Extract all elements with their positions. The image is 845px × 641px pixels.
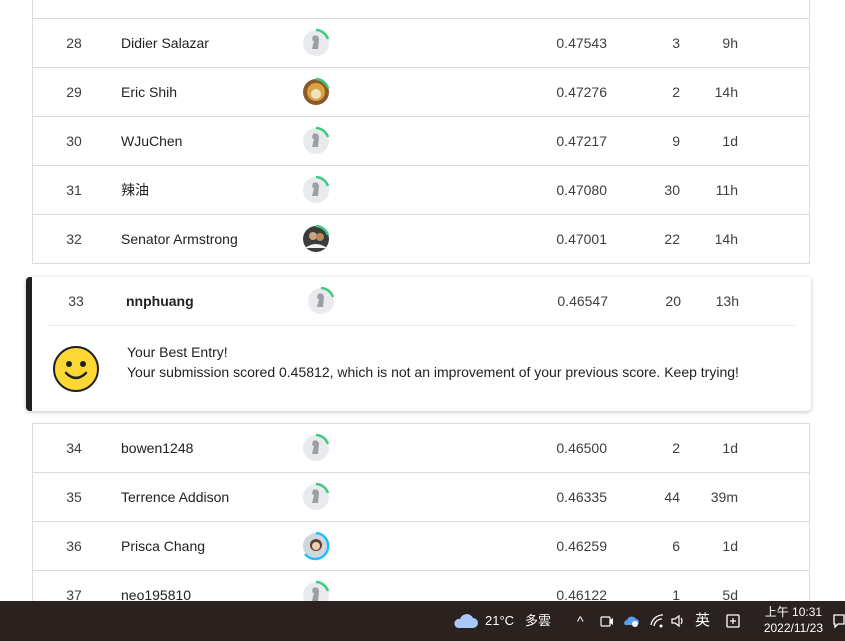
entries-count: 2 — [672, 84, 680, 100]
leaderboard-row[interactable]: 34 bowen1248 0.46500 2 1d — [32, 424, 810, 473]
avatar[interactable] — [306, 286, 336, 316]
leaderboard-row[interactable]: 35 Terrence Addison 0.46335 44 39m — [32, 473, 810, 522]
entries-count: 22 — [664, 231, 680, 247]
score: 0.47217 — [556, 133, 607, 149]
last-submission: 1d — [722, 440, 738, 456]
avatar[interactable] — [301, 531, 331, 561]
rank: 35 — [66, 489, 82, 505]
leaderboard-before: 28 Didier Salazar 0.47543 3 9h 29 Eric S… — [32, 19, 810, 264]
message-title: Your Best Entry! — [127, 344, 228, 360]
score: 0.47001 — [556, 231, 607, 247]
team-name[interactable]: Senator Armstrong — [121, 215, 238, 263]
team-name[interactable]: nnphuang — [126, 277, 194, 325]
entries-count: 9 — [672, 133, 680, 149]
meet-icon[interactable] — [600, 614, 614, 628]
rank: 29 — [66, 84, 82, 100]
team-name[interactable]: 辣油 — [121, 166, 149, 214]
rank: 31 — [66, 182, 82, 198]
rank: 32 — [66, 231, 82, 247]
smiley-icon — [53, 346, 99, 392]
avatar[interactable] — [301, 433, 331, 463]
message-body: Your submission scored 0.45812, which is… — [127, 364, 739, 380]
leaderboard-row[interactable]: 32 Senator Armstrong 0.47001 22 14h — [32, 215, 810, 264]
chevron-up-icon[interactable]: ^ — [577, 601, 584, 641]
rank: 30 — [66, 133, 82, 149]
score: 0.46547 — [557, 293, 608, 309]
chat-icon[interactable] — [833, 613, 845, 629]
entries-count: 3 — [672, 35, 680, 51]
team-name[interactable]: Eric Shih — [121, 68, 177, 116]
score: 0.47080 — [556, 182, 607, 198]
onedrive-icon[interactable] — [622, 613, 640, 629]
team-name[interactable]: Prisca Chang — [121, 522, 205, 570]
leaderboard-after: 34 bowen1248 0.46500 2 1d 35 Terrence Ad… — [32, 423, 810, 620]
entries-count: 30 — [664, 182, 680, 198]
entries-count: 20 — [665, 293, 681, 309]
weather-desc[interactable]: 多雲 — [525, 601, 551, 641]
rank: 28 — [66, 35, 82, 51]
current-user-card: 33 nnphuang 0.46547 20 13h Your Best Ent… — [26, 277, 811, 411]
avatar[interactable] — [301, 482, 331, 512]
team-name[interactable]: Didier Salazar — [121, 19, 209, 67]
current-user-row[interactable]: 33 nnphuang 0.46547 20 13h — [32, 277, 811, 325]
last-submission: 1d — [722, 133, 738, 149]
score: 0.46335 — [556, 489, 607, 505]
leaderboard-row[interactable]: 29 Eric Shih 0.47276 2 14h — [32, 68, 810, 117]
taskbar: 21°C 多雲 ^ 英 上午 10:31 2022/11/23 — [0, 601, 845, 641]
score: 0.47543 — [556, 35, 607, 51]
last-submission: 9h — [722, 35, 738, 51]
previous-row-stub — [32, 0, 810, 19]
volume-icon[interactable] — [670, 613, 686, 629]
divider — [48, 325, 795, 326]
leaderboard-row[interactable]: 28 Didier Salazar 0.47543 3 9h — [32, 19, 810, 68]
entries-count: 44 — [664, 489, 680, 505]
last-submission: 13h — [715, 293, 739, 309]
notification-center-icon[interactable] — [725, 613, 741, 629]
team-name[interactable]: Terrence Addison — [121, 473, 229, 521]
cloud-icon[interactable] — [452, 612, 478, 630]
weather-temp[interactable]: 21°C — [485, 601, 514, 641]
score: 0.46259 — [556, 538, 607, 554]
leaderboard-row[interactable]: 30 WJuChen 0.47217 9 1d — [32, 117, 810, 166]
avatar[interactable] — [301, 126, 331, 156]
last-submission: 14h — [714, 84, 738, 100]
avatar[interactable] — [301, 224, 331, 254]
rank: 34 — [66, 440, 82, 456]
last-submission: 14h — [714, 231, 738, 247]
score: 0.46500 — [556, 440, 607, 456]
avatar[interactable] — [301, 175, 331, 205]
entries-count: 2 — [672, 440, 680, 456]
rank: 36 — [66, 538, 82, 554]
rank: 33 — [68, 293, 84, 309]
score: 0.47276 — [556, 84, 607, 100]
ime-indicator[interactable]: 英 — [695, 601, 710, 641]
entries-count: 6 — [672, 538, 680, 554]
last-submission: 39m — [710, 489, 738, 505]
leaderboard-row[interactable]: 31 辣油 0.47080 30 11h — [32, 166, 810, 215]
last-submission: 1d — [722, 538, 738, 554]
team-name[interactable]: bowen1248 — [121, 424, 193, 472]
clock-time: 上午 10:31 — [764, 605, 823, 619]
leaderboard-row[interactable]: 36 Prisca Chang 0.46259 6 1d — [32, 522, 810, 571]
avatar[interactable] — [301, 28, 331, 58]
team-name[interactable]: WJuChen — [121, 117, 182, 165]
wifi-icon[interactable] — [649, 613, 665, 629]
avatar[interactable] — [301, 77, 331, 107]
clock[interactable]: 上午 10:31 2022/11/23 — [764, 604, 823, 636]
clock-date: 2022/11/23 — [763, 621, 823, 635]
last-submission: 11h — [715, 182, 738, 198]
